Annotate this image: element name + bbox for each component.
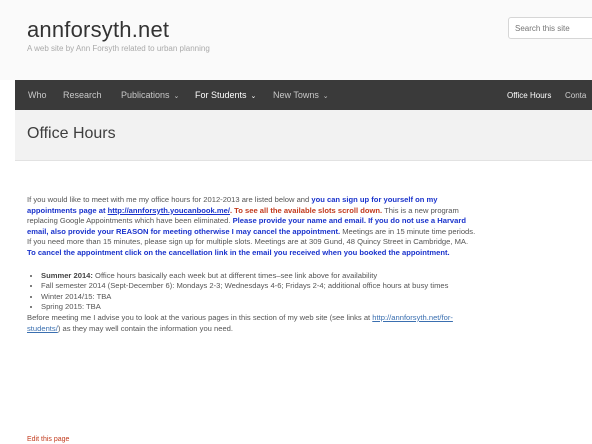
nav-item-publications[interactable]: Publications ⌄	[121, 90, 179, 100]
intro-paragraph: If you would like to meet with me my off…	[27, 195, 477, 259]
intro-scroll-text: . To see all the available slots scroll …	[229, 205, 383, 215]
edit-page-link[interactable]: Edit this page	[27, 436, 69, 443]
nav-item-research[interactable]: Research	[63, 90, 102, 100]
nav-item-label: Publications	[121, 90, 170, 100]
nav-item-new-towns[interactable]: New Towns ⌄	[273, 90, 329, 100]
page-title: Office Hours	[27, 125, 116, 142]
nav-item-who[interactable]: Who	[28, 90, 47, 100]
summer-label: Summer 2014:	[41, 270, 93, 280]
site-header: annforsyth.net A web site by Ann Forsyth…	[0, 0, 592, 80]
page-content: If you would like to meet with me my off…	[27, 195, 477, 334]
office-hours-list: Summer 2014: Office hours basically each…	[27, 271, 477, 313]
list-item: Winter 2014/15: TBA	[41, 292, 477, 303]
site-title[interactable]: annforsyth.net	[27, 17, 169, 43]
nav-item-label: New Towns	[273, 90, 319, 100]
chevron-down-icon: ⌄	[171, 93, 180, 100]
chevron-down-icon: ⌄	[248, 93, 257, 100]
nav-item-label: Conta	[565, 91, 587, 100]
chevron-down-icon: ⌄	[320, 93, 329, 100]
nav-item-for-students[interactable]: For Students ⌄	[195, 90, 256, 100]
appointments-link[interactable]: http://annforsyth.youcanbook.me/	[108, 206, 230, 215]
nav-item-label: For Students	[195, 90, 247, 100]
advice-paragraph: Before meeting me I advise you to look a…	[27, 313, 477, 334]
nav-item-label: Who	[28, 90, 47, 100]
search-box[interactable]	[508, 17, 592, 39]
summer-text: Office hours basically each week but at …	[92, 270, 378, 280]
nav-item-contact[interactable]: Conta	[565, 91, 586, 100]
nav-item-office-hours[interactable]: Office Hours	[507, 91, 551, 100]
main-nav: Who Research Publications ⌄ For Students…	[15, 80, 592, 110]
site-description: A web site by Ann Forsyth related to urb…	[27, 44, 210, 53]
intro-text: If you would like to meet with me my off…	[27, 195, 312, 204]
list-item: Spring 2015: TBA	[41, 302, 477, 313]
page-title-band: Office Hours	[15, 110, 592, 161]
advice-text-end: ) as they may well contain the informati…	[57, 323, 233, 333]
search-input[interactable]	[509, 18, 592, 39]
nav-item-label: Research	[63, 90, 102, 100]
list-item: Fall semester 2014 (Sept-December 6): Mo…	[41, 281, 477, 292]
list-item: Summer 2014: Office hours basically each…	[41, 271, 477, 282]
advice-text: Before meeting me I advise you to look a…	[27, 312, 373, 322]
nav-item-label: Office Hours	[507, 91, 552, 100]
intro-cancel-text: To cancel the appointment click on the c…	[27, 247, 450, 257]
page: annforsyth.net A web site by Ann Forsyth…	[0, 0, 592, 444]
